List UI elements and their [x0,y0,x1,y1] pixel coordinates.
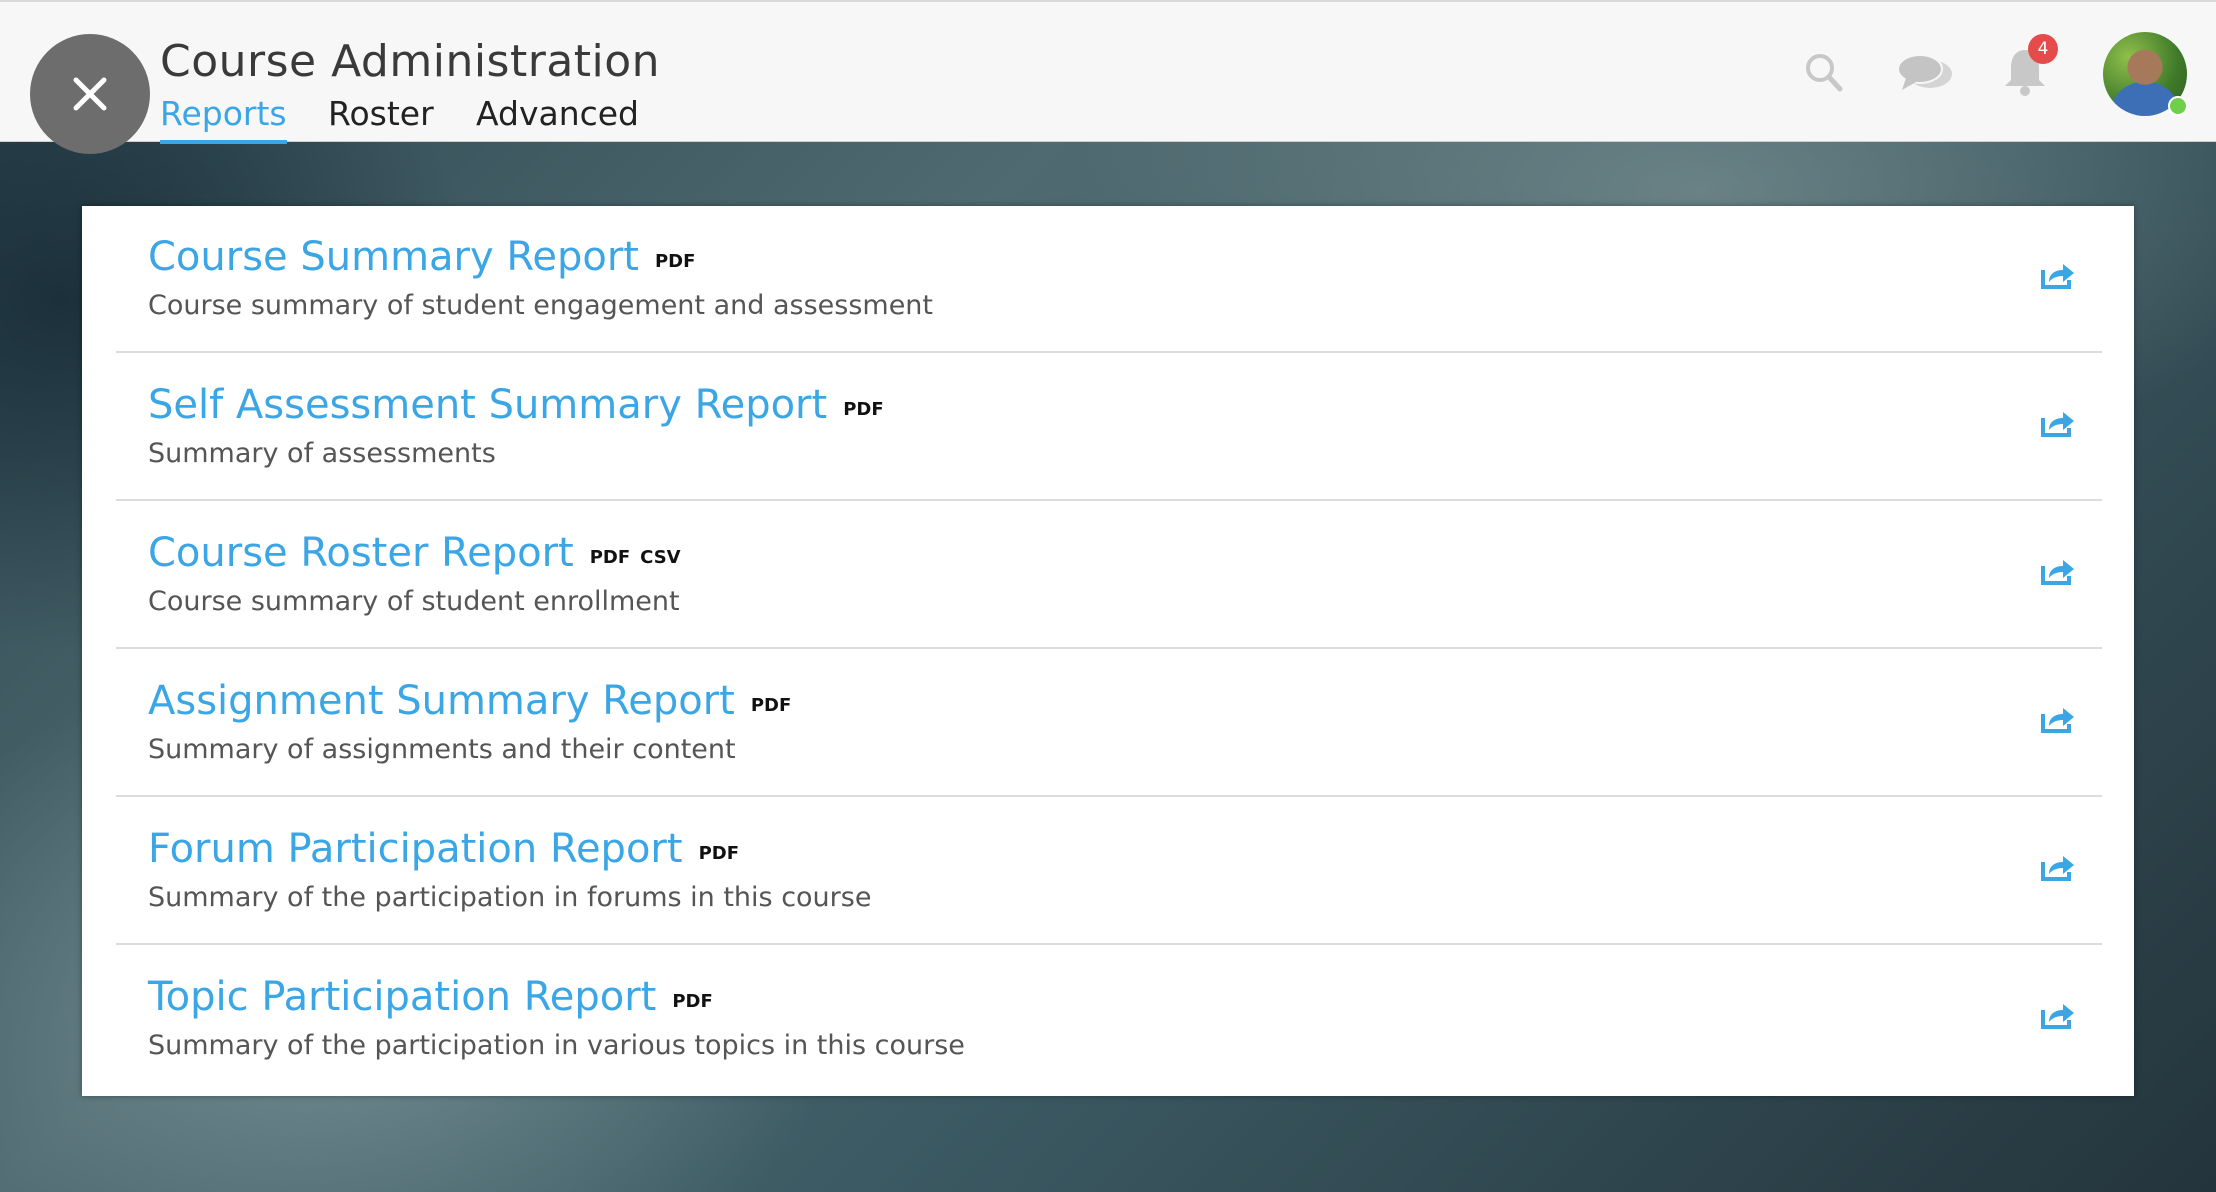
format-tag[interactable]: PDF [843,399,883,420]
format-tag[interactable]: PDF [672,991,712,1012]
report-title-link[interactable]: Assignment Summary Report PDF [148,678,791,724]
format-tag[interactable]: PDF [655,251,695,272]
report-description: Summary of the participation in forums i… [148,882,872,913]
export-icon[interactable] [2040,408,2076,438]
search-icon[interactable] [1804,52,1844,94]
report-row: Forum Participation Report PDF Summary of… [116,798,2102,945]
report-row: Assignment Summary Report PDF Summary of … [116,650,2102,797]
report-description: Course summary of student engagement and… [148,290,934,321]
report-description: Summary of assessments [148,438,496,469]
export-icon[interactable] [2040,556,2076,586]
report-title-link[interactable]: Forum Participation Report PDF [148,826,739,872]
report-description: Course summary of student enrollment [148,586,680,617]
export-icon[interactable] [2040,852,2076,882]
export-icon[interactable] [2040,260,2076,290]
chat-icon[interactable] [1896,52,1956,96]
page-title: Course Administration [160,36,661,87]
online-status-indicator [2168,96,2188,116]
tab-advanced[interactable]: Advanced [476,94,639,133]
report-title-link[interactable]: Topic Participation Report PDF [148,974,713,1020]
tab-reports[interactable]: Reports [160,94,287,144]
reports-panel: Course Summary Report PDF Course summary … [82,206,2134,1096]
report-row: Topic Participation Report PDF Summary of… [116,946,2102,1093]
report-title-link[interactable]: Course Roster Report PDF CSV [148,530,681,576]
report-title-link[interactable]: Course Summary Report PDF [148,234,695,280]
report-description: Summary of the participation in various … [148,1030,965,1061]
format-tag[interactable]: PDF [751,695,791,716]
report-row: Course Roster Report PDF CSV Course summar… [116,502,2102,649]
export-icon[interactable] [2040,1000,2076,1030]
close-icon [73,77,107,111]
export-icon[interactable] [2040,704,2076,734]
close-button[interactable] [30,34,150,154]
format-tag[interactable]: PDF [699,843,739,864]
format-tag[interactable]: PDF [590,547,630,568]
tab-roster[interactable]: Roster [328,94,434,133]
report-row: Course Summary Report PDF Course summary … [116,206,2102,353]
report-description: Summary of assignments and their content [148,734,736,765]
report-title-link[interactable]: Self Assessment Summary Report PDF [148,382,884,428]
notification-badge: 4 [2028,34,2058,64]
format-tag[interactable]: CSV [640,547,680,568]
header-bar: Course Administration Reports Roster Adv… [0,0,2216,154]
report-row: Self Assessment Summary Report PDF Summar… [116,354,2102,501]
